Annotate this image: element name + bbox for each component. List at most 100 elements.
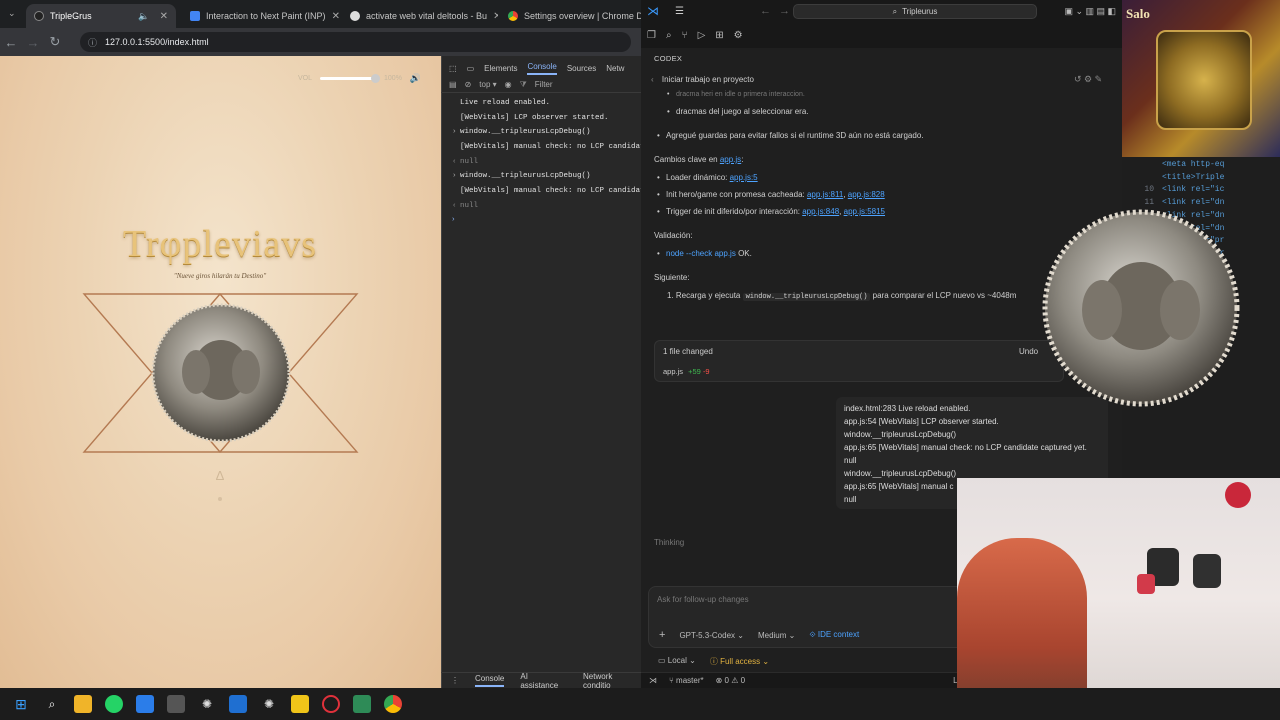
problems-indicator[interactable]: ⊗ 0 ⚠ 0 — [716, 676, 745, 685]
add-attachment-icon[interactable]: + — [659, 629, 665, 641]
notepad-icon[interactable] — [353, 695, 371, 713]
codex-app-icon[interactable]: ✺ — [260, 695, 278, 713]
environment-row: ▭ Local ⌄ ⓘ Full access ⌄ — [658, 656, 769, 667]
store-icon[interactable] — [136, 695, 154, 713]
tab-deltools[interactable]: activate web vital deltools - Bu ✕ — [342, 4, 498, 28]
file-link[interactable]: app.js:828 — [848, 190, 885, 199]
google-icon — [350, 11, 360, 21]
code-snippet: window.__tripleurusLcpDebug() — [742, 293, 871, 301]
vscode-icon[interactable] — [229, 695, 247, 713]
effort-select[interactable]: Medium ⌄ — [758, 631, 795, 640]
close-tab-icon[interactable]: ✕ — [160, 11, 168, 22]
tab-network[interactable]: Netw — [606, 64, 624, 73]
close-tab-icon[interactable]: ✕ — [493, 11, 498, 22]
reload-icon[interactable]: ↻ — [44, 34, 66, 50]
sidebar-toggle-icon[interactable]: ▤ — [449, 80, 457, 89]
tab-triplegrus[interactable]: TripleGrus 🔈 ✕ — [26, 4, 176, 28]
changed-file-row[interactable]: app.js +59 -9 — [663, 367, 710, 376]
whatsapp-icon[interactable] — [105, 695, 123, 713]
start-button-icon[interactable]: ⊞ — [12, 695, 30, 713]
model-select[interactable]: GPT-5.3-Codex ⌄ — [679, 631, 744, 640]
code-line[interactable]: <meta http-eq — [1122, 159, 1280, 172]
forward-icon[interactable]: → — [22, 35, 44, 50]
code-line[interactable]: <title>Triple — [1122, 172, 1280, 185]
site-info-icon[interactable]: ⓘ — [88, 36, 97, 49]
back-arrow-icon[interactable]: ‹ — [651, 75, 654, 84]
search-icon[interactable]: ⌕ — [43, 695, 61, 713]
nav-back-icon[interactable]: ← — [760, 5, 771, 17]
text: Cambios clave en — [654, 155, 718, 164]
mute-icon[interactable]: 🔈 — [138, 11, 149, 22]
inspect-icon[interactable]: ⬚ — [449, 64, 457, 73]
tab-inp[interactable]: Interaction to Next Paint (INP) ✕ — [182, 4, 340, 28]
next-step: 1. Recarga y ejecuta window.__tripleurus… — [667, 290, 1016, 303]
remote-icon[interactable]: ⋊ — [649, 676, 657, 685]
line-number: 10 — [1144, 185, 1154, 195]
branch-indicator[interactable]: ⑂ master* — [669, 676, 704, 685]
tab-console[interactable]: Console — [527, 62, 557, 75]
filter-input[interactable]: Filter — [535, 80, 553, 89]
access-select[interactable]: ⓘ Full access ⌄ — [710, 656, 769, 667]
bag-right — [1193, 554, 1221, 588]
followup-input[interactable]: Ask for follow-up changes — [657, 595, 749, 604]
ide-context-toggle[interactable]: ⟐ IDE context — [809, 630, 859, 640]
change-item: Loader dinámico: app.js:5 — [657, 172, 758, 184]
file-icon[interactable]: ❐ — [647, 30, 656, 41]
menu-icon[interactable]: ☰ — [675, 6, 684, 17]
app-icon[interactable] — [167, 695, 185, 713]
panel-title: CODEX — [654, 54, 683, 63]
drawer-tab-ai-assistance[interactable]: AI assistance — [520, 672, 567, 690]
command-center-search[interactable]: ⌕ Tripleurus — [793, 4, 1037, 19]
url-field[interactable]: ⓘ 127.0.0.1:5500/index.html — [80, 32, 631, 52]
tab-label: Interaction to Next Paint (INP) — [206, 11, 326, 21]
nav-forward-icon[interactable]: → — [779, 5, 790, 17]
console-prompt[interactable]: › — [441, 213, 641, 228]
drawer-tab-network-conditions[interactable]: Network conditio — [583, 672, 641, 690]
tab-chrome-settings[interactable]: Settings overview | Chrome D — [500, 4, 641, 28]
files-changed-card: 1 file changed Undo app.js +59 -9 — [654, 340, 1064, 382]
thread-actions[interactable]: ↺ ⚙ ✎ — [1074, 74, 1102, 85]
close-tab-icon[interactable]: ✕ — [332, 11, 340, 22]
drawer-menu-icon[interactable]: ⋮ — [451, 676, 459, 685]
code-text: <meta http-eq — [1162, 160, 1225, 169]
speaker-icon[interactable]: 🔊 — [410, 73, 421, 84]
volume-slider[interactable] — [320, 74, 381, 83]
sticky-notes-icon[interactable] — [291, 695, 309, 713]
env-select[interactable]: ▭ Local ⌄ — [658, 656, 696, 667]
tab-sources[interactable]: Sources — [567, 64, 596, 73]
console-input-line[interactable]: window.__tripleurusLcpDebug() — [441, 125, 641, 140]
context-select[interactable]: top ▾ — [479, 80, 496, 89]
source-control-icon[interactable]: ⑂ — [682, 30, 688, 41]
chrome-icon[interactable] — [384, 695, 402, 713]
file-link[interactable]: app.js — [720, 155, 741, 164]
file-link[interactable]: app.js:5815 — [844, 207, 885, 216]
chatgpt-icon[interactable]: ✺ — [198, 695, 216, 713]
scroll-dot — [218, 497, 222, 501]
eye-icon[interactable]: ◉ — [505, 80, 512, 89]
file-link[interactable]: app.js:811 — [807, 190, 843, 199]
opera-icon[interactable] — [322, 695, 340, 713]
drawer-tab-console[interactable]: Console — [475, 674, 505, 687]
file-link[interactable]: app.js:5 — [730, 173, 758, 182]
text: , — [843, 190, 846, 199]
device-icon[interactable]: ▭ — [467, 64, 475, 73]
clear-console-icon[interactable]: ⊘ — [465, 80, 472, 89]
file-link[interactable]: app.js:848 — [802, 207, 839, 216]
extensions-icon[interactable]: ⊞ — [715, 30, 723, 41]
changes-heading: Cambios clave en app.js: — [654, 154, 743, 166]
layout-icons[interactable]: ▣ ⌄ ▥ ▤ ◧ — [1064, 6, 1116, 17]
coin-overlay — [1042, 209, 1240, 407]
search-icon[interactable]: ⌕ — [666, 30, 672, 41]
run-icon[interactable]: ▷ — [698, 30, 706, 41]
codex-icon[interactable]: ⚙ — [734, 30, 743, 41]
back-icon[interactable]: ← — [0, 35, 22, 50]
tab-elements[interactable]: Elements — [484, 64, 517, 73]
tab-search-icon[interactable]: ⌄ — [8, 8, 16, 19]
file-explorer-icon[interactable] — [74, 695, 92, 713]
console-input-line[interactable]: window.__tripleurusLcpDebug() — [441, 169, 641, 184]
volume-knob[interactable] — [371, 74, 381, 83]
validation-item: node --check app.js OK. — [657, 248, 752, 260]
tab-label: Settings overview | Chrome D — [524, 11, 641, 21]
code-line[interactable]: 10 <link rel="ic — [1122, 184, 1280, 197]
text: Init hero/game con promesa cacheada: — [666, 190, 805, 199]
